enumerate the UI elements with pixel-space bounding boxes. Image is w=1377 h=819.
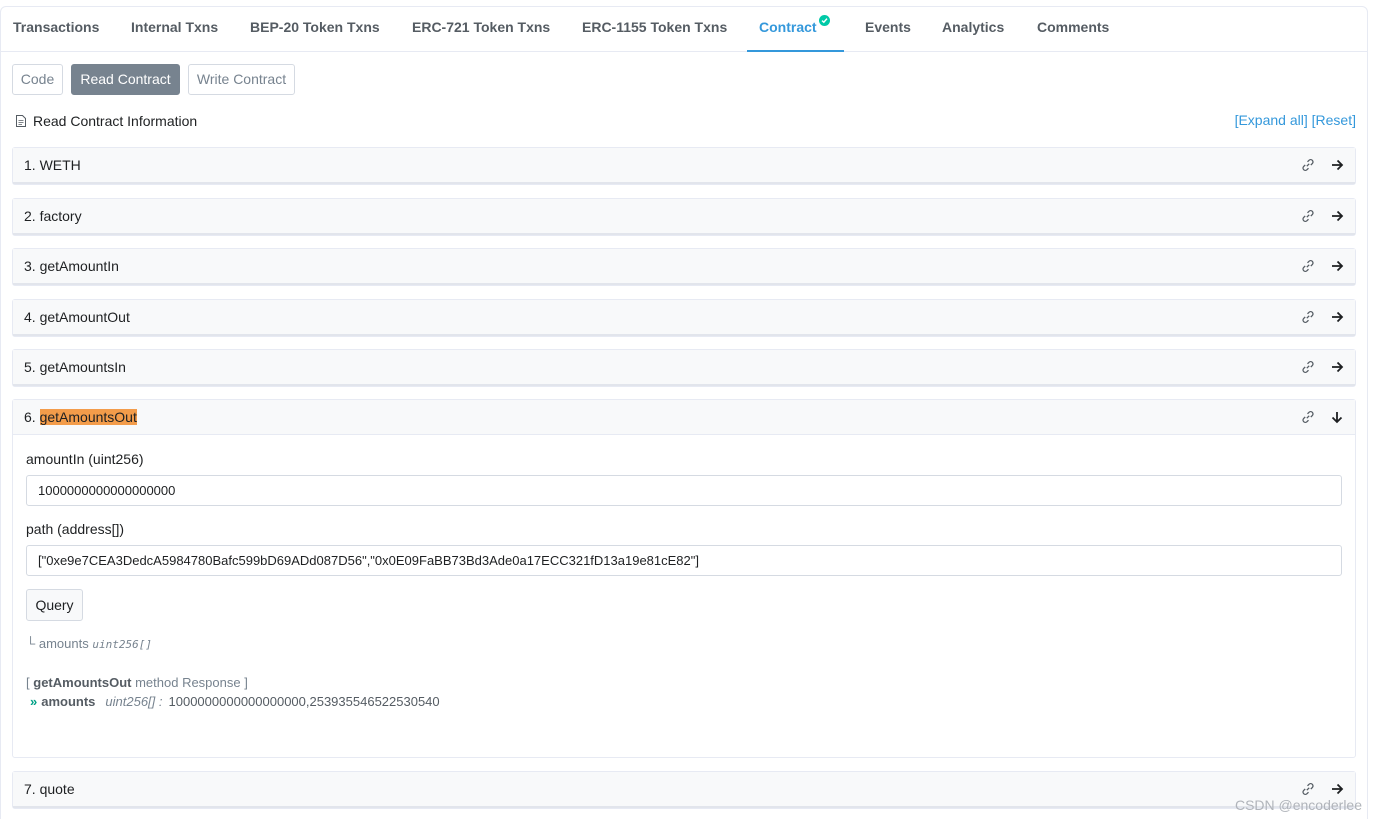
path-label: path (address[]) [26, 521, 125, 537]
tab-analytics[interactable]: Analytics [942, 6, 1004, 52]
link-icon[interactable] [1301, 410, 1315, 424]
function-name: quote [39, 781, 75, 797]
tab-bar: Transactions Internal Txns BEP-20 Token … [0, 6, 1368, 52]
function-header[interactable]: 2. factory [13, 199, 1355, 235]
function-name: WETH [39, 157, 81, 173]
info-title: Read Contract Information [33, 113, 198, 129]
tab-label: Internal Txns [131, 19, 219, 35]
response-function-name: getAmountsOut [33, 675, 132, 690]
function-index: 7. [24, 781, 36, 797]
document-icon [16, 115, 26, 127]
tab-label: ERC-721 Token Txns [412, 19, 551, 35]
check-circle-icon [818, 14, 830, 26]
query-button[interactable]: Query [26, 589, 83, 621]
double-chevron-icon: » [30, 694, 38, 709]
tab-erc721-token-txns[interactable]: ERC-721 Token Txns [412, 6, 550, 52]
function-index: 1. [24, 157, 36, 173]
arrow-right-icon[interactable] [1330, 209, 1344, 223]
function-quote: 7. quote [12, 771, 1356, 809]
function-index: 5. [24, 359, 36, 375]
tab-label: BEP-20 Token Txns [250, 19, 380, 35]
accordion-controls: [Expand all] [Reset] [1235, 112, 1356, 128]
link-icon[interactable] [1301, 360, 1315, 374]
tab-label: Comments [1037, 19, 1110, 35]
tab-label: Contract [759, 19, 817, 35]
write-contract-button[interactable]: Write Contract [188, 64, 295, 95]
return-type: └ amounts uint256[] [26, 636, 152, 651]
return-name: amounts [38, 636, 89, 651]
code-button[interactable]: Code [12, 64, 63, 95]
arrow-right-icon[interactable] [1330, 259, 1344, 273]
response-open-bracket: [ [26, 675, 30, 690]
function-name: getAmountIn [39, 258, 119, 274]
response-title: [ getAmountsOut method Response ] [26, 675, 248, 690]
function-header[interactable]: 5. getAmountsIn [13, 350, 1355, 386]
amountin-input[interactable]: 1000000000000000000 [26, 475, 1342, 506]
function-weth: 1. WETH [12, 147, 1356, 185]
read-contract-button[interactable]: Read Contract [71, 64, 180, 95]
tab-comments[interactable]: Comments [1037, 6, 1109, 52]
tab-events[interactable]: Events [865, 6, 911, 52]
tab-transactions[interactable]: Transactions [13, 6, 99, 52]
function-index: 3. [24, 258, 36, 274]
function-getamountsout: 6. getAmountsOut amountIn (uint256) 1000… [12, 399, 1356, 758]
function-header[interactable]: 1. WETH [13, 148, 1355, 184]
link-icon[interactable] [1301, 782, 1315, 796]
function-header[interactable]: 4. getAmountOut [13, 300, 1355, 336]
watermark: CSDN @encoderlee [1234, 797, 1362, 813]
function-header[interactable]: 7. quote [13, 772, 1355, 808]
link-icon[interactable] [1301, 310, 1315, 324]
response-value: 1000000000000000000,253935546522530540 [168, 694, 440, 709]
function-factory: 2. factory [12, 198, 1356, 236]
function-getamountout: 4. getAmountOut [12, 299, 1356, 337]
return-prefix: └ [26, 636, 36, 651]
amountin-label: amountIn (uint256) [26, 451, 144, 467]
tab-contract[interactable]: Contract [747, 6, 844, 52]
reset-link[interactable]: [Reset] [1312, 112, 1356, 128]
expand-all-link[interactable]: [Expand all] [1235, 112, 1308, 128]
function-getamountin: 3. getAmountIn [12, 248, 1356, 286]
function-index: 2. [24, 208, 36, 224]
response-method-text: method Response ] [135, 675, 248, 690]
tab-erc1155-token-txns[interactable]: ERC-1155 Token Txns [582, 6, 727, 52]
response-name: amounts [41, 694, 96, 709]
tab-internal-txns[interactable]: Internal Txns [131, 6, 218, 52]
function-name: getAmountsIn [39, 359, 126, 375]
arrow-right-icon[interactable] [1330, 158, 1344, 172]
function-header[interactable]: 6. getAmountsOut [13, 400, 1355, 435]
arrow-right-icon[interactable] [1330, 360, 1344, 374]
return-type-label: uint256[] [92, 638, 152, 651]
tab-bep20-token-txns[interactable]: BEP-20 Token Txns [250, 6, 380, 52]
link-icon[interactable] [1301, 158, 1315, 172]
response-type: uint256[] : [105, 694, 163, 709]
function-header[interactable]: 3. getAmountIn [13, 249, 1355, 285]
arrow-down-icon[interactable] [1330, 410, 1344, 424]
function-index: 4. [24, 309, 36, 325]
arrow-right-icon[interactable] [1330, 782, 1344, 796]
arrow-right-icon[interactable] [1330, 310, 1344, 324]
function-name: factory [39, 208, 82, 224]
read-contract-info: Read Contract Information [16, 112, 197, 130]
function-getamountsin: 5. getAmountsIn [12, 349, 1356, 387]
function-name: getAmountOut [39, 309, 130, 325]
link-icon[interactable] [1301, 259, 1315, 273]
link-icon[interactable] [1301, 209, 1315, 223]
tab-label: Events [865, 19, 911, 35]
function-name-highlighted: getAmountsOut [39, 409, 137, 425]
tab-label: ERC-1155 Token Txns [582, 19, 728, 35]
tab-label: Analytics [942, 19, 1005, 35]
response-line: » amounts uint256[] : 1000000000000000000,2… [30, 694, 440, 709]
path-input[interactable]: ["0xe9e7CEA3DedcA5984780Bafc599bD69ADd08… [26, 545, 1342, 576]
function-index: 6. [24, 409, 36, 425]
tab-label: Transactions [13, 19, 100, 35]
